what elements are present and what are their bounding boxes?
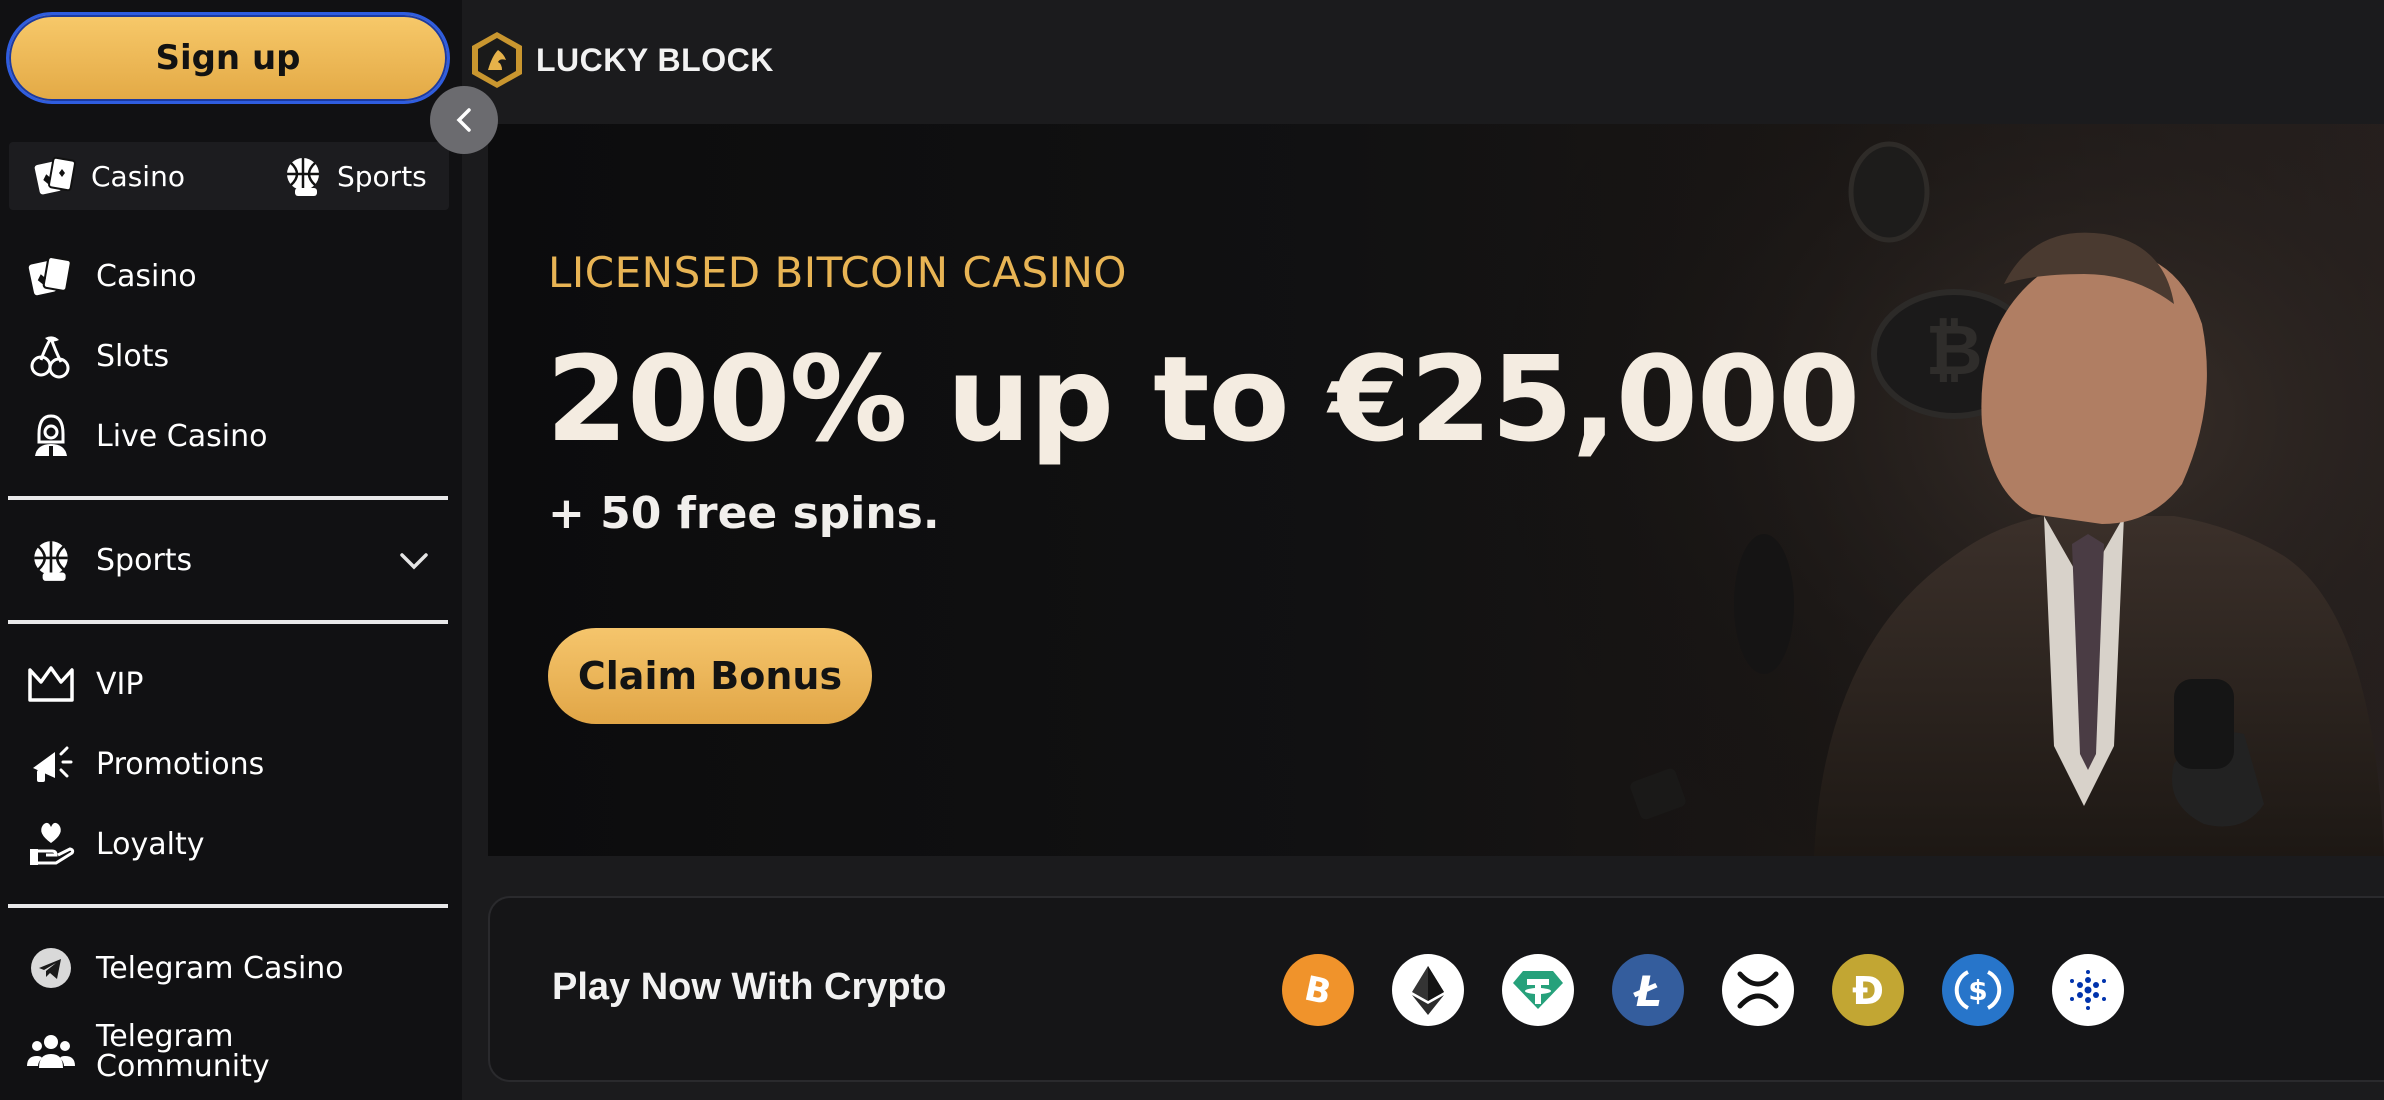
lucky-block-logo-icon (472, 32, 522, 88)
ethereum-icon[interactable] (1392, 954, 1464, 1026)
dealer-icon (26, 411, 76, 461)
heart-hand-icon (26, 819, 76, 869)
switch-casino-label: Casino (91, 159, 185, 193)
svg-text:Đ: Đ (1852, 969, 1884, 1013)
hero-subtext: + 50 free spins. (548, 488, 940, 539)
nav-label-casino: Casino (96, 258, 197, 294)
nav-label-telegram-casino: Telegram Casino (96, 950, 344, 986)
hero-banner: ₿ LICENSED BITCOIN CASINO 200% up to €25… (488, 124, 2384, 856)
cards-icon (34, 156, 76, 195)
divider (8, 620, 448, 624)
nav-item-telegram-casino[interactable]: Telegram Casino (26, 943, 344, 993)
chevron-left-icon (456, 108, 471, 132)
svg-text:₿: ₿ (1925, 309, 1982, 391)
nav-label-loyalty: Loyalty (96, 826, 205, 862)
svg-text:$: $ (1968, 974, 1987, 1007)
cards-icon (26, 251, 76, 301)
switch-sports-tab[interactable]: Sports (281, 142, 427, 210)
cardano-icon[interactable] (2052, 954, 2124, 1026)
collapse-sidebar-button[interactable] (430, 86, 498, 154)
sidebar: Sign up Casino Sports Casino Slots Live … (0, 0, 462, 1100)
litecoin-icon[interactable]: Ł (1612, 954, 1684, 1026)
dogecoin-icon[interactable]: Đ (1832, 954, 1904, 1026)
nav-item-vip[interactable]: VIP (26, 659, 143, 709)
chevron-down-icon[interactable] (396, 547, 432, 575)
hero-headline: 200% up to €25,000 (546, 330, 1860, 468)
nav-label-telegram-community: Telegram Community (96, 1022, 270, 1082)
hero-presenter-image: ₿ (1484, 124, 2384, 856)
nav-label-sports: Sports (96, 542, 193, 578)
nav-item-sports[interactable]: Sports (26, 535, 192, 585)
nav-item-loyalty[interactable]: Loyalty (26, 819, 205, 869)
usdc-icon[interactable]: $ (1942, 954, 2014, 1026)
nav-item-promotions[interactable]: Promotions (26, 739, 264, 789)
nav-label-slots: Slots (96, 338, 170, 374)
nav-label-telegram-community-line2: Community (96, 1049, 270, 1084)
megaphone-icon (26, 739, 76, 789)
basketball-icon (26, 535, 76, 585)
nav-label-telegram-community-line1: Telegram (96, 1019, 234, 1054)
crypto-coin-list: B Ł Đ $ (1282, 954, 2124, 1026)
crown-icon (26, 659, 76, 709)
brand-name: LUCKY BLOCK (536, 41, 774, 78)
nav-item-casino[interactable]: Casino (26, 251, 197, 301)
divider (8, 496, 448, 500)
nav-item-slots[interactable]: Slots (26, 331, 169, 381)
svg-text:Ł: Ł (1633, 967, 1662, 1014)
bitcoin-icon[interactable]: B (1282, 954, 1354, 1026)
brand-logo[interactable]: LUCKY BLOCK (468, 30, 774, 90)
switch-casino-tab[interactable]: Casino (33, 142, 185, 210)
claim-bonus-button[interactable]: Claim Bonus (548, 628, 872, 724)
nav-item-telegram-community[interactable]: Telegram Community (26, 1022, 270, 1082)
cherries-icon (26, 331, 76, 381)
svg-text:B: B (1301, 969, 1335, 1012)
xrp-icon[interactable] (1722, 954, 1794, 1026)
users-icon (26, 1027, 76, 1077)
product-switcher: Casino Sports (9, 142, 449, 210)
basketball-icon (287, 158, 319, 196)
tether-icon[interactable] (1502, 954, 1574, 1026)
crypto-payments-bar: Play Now With Crypto B Ł Đ $ (488, 896, 2384, 1082)
nav-item-live-casino[interactable]: Live Casino (26, 411, 267, 461)
switch-sports-label: Sports (337, 159, 427, 193)
signup-button[interactable]: Sign up (6, 12, 450, 104)
nav-label-live-casino: Live Casino (96, 418, 268, 454)
nav-label-promotions: Promotions (96, 746, 265, 782)
hero-eyebrow: LICENSED BITCOIN CASINO (548, 248, 1127, 297)
telegram-icon (26, 943, 76, 993)
nav-label-vip: VIP (96, 666, 144, 702)
divider (8, 904, 448, 908)
crypto-title: Play Now With Crypto (552, 966, 947, 1008)
